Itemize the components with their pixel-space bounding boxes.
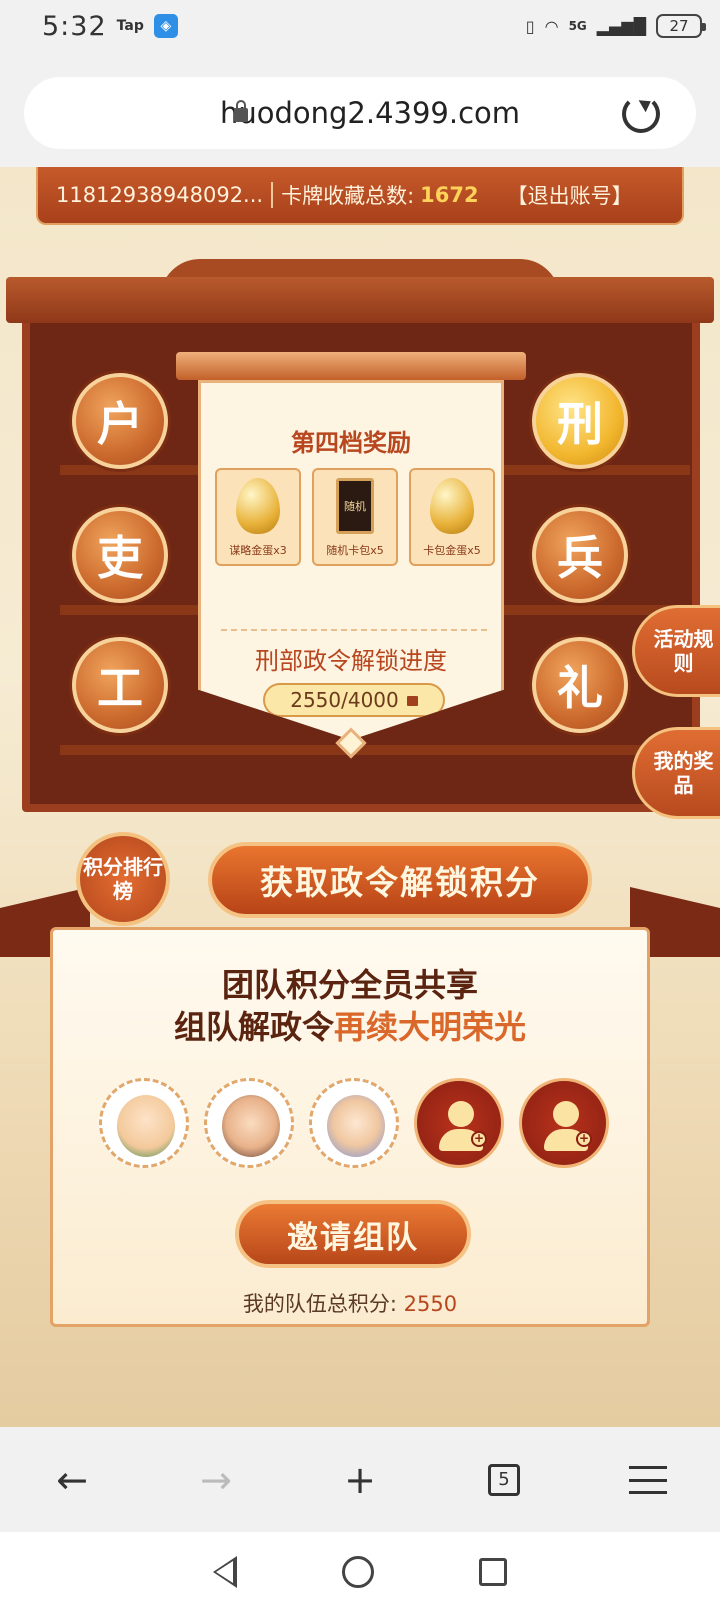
reward-label: 随机卡包x5 — [326, 544, 384, 557]
leaderboard-button[interactable]: 积分排行榜 — [76, 832, 170, 926]
department-li-rites-seal[interactable]: 礼 — [532, 637, 628, 733]
card-pack-icon: 随机 — [336, 478, 374, 534]
plus-icon: + — [576, 1131, 592, 1147]
system-nav-bar — [0, 1532, 720, 1612]
arrow-right-icon: → — [200, 1457, 232, 1502]
progress-value: 2550/4000 — [290, 688, 399, 712]
avatar[interactable] — [309, 1078, 399, 1168]
battery-icon: 27 — [656, 14, 706, 38]
avatar[interactable] — [99, 1078, 189, 1168]
address-bar[interactable]: huodong2.4399.com — [24, 77, 696, 149]
avatar[interactable] — [204, 1078, 294, 1168]
team-panel: 团队积分全员共享 组队解政令再续大明荣光 + + 邀请组队 我的队伍总积分: 2… — [50, 927, 650, 1327]
reward-item[interactable]: 谋略金蛋x3 — [215, 468, 301, 566]
cabinet-top-beam — [6, 277, 714, 323]
url-text[interactable]: huodong2.4399.com — [220, 96, 520, 130]
new-tab-button[interactable]: + — [330, 1450, 390, 1510]
collection-label: 卡牌收藏总数: — [281, 184, 415, 208]
wifi-icon: ◠ — [544, 16, 559, 36]
plus-icon: + — [344, 1457, 376, 1502]
system-back-icon[interactable] — [212, 1556, 237, 1588]
character-avatar-icon — [327, 1095, 385, 1157]
browser-bottom-nav: ← → + 5 — [0, 1427, 720, 1532]
status-indicators: ▯ ◠ 5G ▂▄▆█ 27 — [525, 14, 706, 38]
egg-icon — [236, 478, 280, 534]
menu-button[interactable] — [618, 1450, 678, 1510]
arrow-left-icon: ← — [56, 1457, 88, 1502]
dashed-divider — [221, 629, 487, 631]
vibrate-icon: ▯ — [525, 16, 535, 36]
reward-item[interactable]: 卡包金蛋x5 — [409, 468, 495, 566]
banner-divider — [271, 182, 274, 208]
tabs-button[interactable]: 5 — [474, 1450, 534, 1510]
lock-icon — [406, 696, 418, 706]
tab-count: 5 — [488, 1463, 520, 1496]
forward-button[interactable]: → — [186, 1450, 246, 1510]
reward-label: 谋略金蛋x3 — [229, 544, 287, 557]
scroll-body: 第四档奖励 谋略金蛋x3 随机 随机卡包x5 卡包金蛋x5 刑部政令解锁进度 2… — [198, 380, 504, 740]
character-avatar-icon — [117, 1095, 175, 1157]
empty-slot[interactable]: + — [414, 1078, 504, 1168]
team-slogan-line2: 组队解政令再续大明荣光 — [53, 1002, 647, 1048]
reward-list: 谋略金蛋x3 随机 随机卡包x5 卡包金蛋x5 — [215, 468, 495, 566]
browser-toolbar: huodong2.4399.com — [0, 52, 720, 167]
status-time: 5:32 — [42, 10, 107, 42]
progress-indicator: 2550/4000 — [263, 683, 445, 717]
slogan-highlight: 再续大明荣光 — [334, 1008, 527, 1046]
reload-icon[interactable] — [622, 95, 660, 133]
menu-icon — [629, 1465, 667, 1494]
rules-tab[interactable]: 活动规则 — [632, 605, 720, 697]
department-li-seal[interactable]: 吏 — [72, 507, 168, 603]
invite-team-button[interactable]: 邀请组队 — [235, 1200, 471, 1268]
user-add-icon — [553, 1101, 579, 1127]
team-members: + + — [99, 1078, 609, 1168]
slogan-part: 组队解政令 — [173, 1008, 334, 1046]
egg-card-icon — [430, 478, 474, 534]
progress-title: 刑部政令解锁进度 — [255, 647, 447, 675]
app-notification-icon: ◈ — [153, 14, 178, 38]
system-home-icon[interactable] — [341, 1556, 374, 1588]
scroll-rod — [176, 352, 526, 380]
account-id: 11812938948092... — [56, 183, 264, 207]
get-points-button[interactable]: 获取政令解锁积分 — [208, 842, 592, 918]
team-score-value: 2550 — [403, 1292, 458, 1316]
account-banner: 11812938948092... 卡牌收藏总数: 1672 【退出账号】 — [36, 167, 684, 225]
back-button[interactable]: ← — [42, 1450, 102, 1510]
tap-app-icon: Tap — [116, 18, 144, 34]
reward-panel: 第四档奖励 谋略金蛋x3 随机 随机卡包x5 卡包金蛋x5 刑部政令解锁进度 2… — [176, 352, 526, 772]
signal-label: 5G — [568, 19, 587, 33]
lock-icon — [234, 100, 248, 122]
status-bar: 5:32 Tap ◈ ▯ ◠ 5G ▂▄▆█ 27 — [0, 0, 720, 52]
collection-count: 1672 — [420, 183, 479, 207]
department-bing-seal[interactable]: 兵 — [532, 507, 628, 603]
web-page: 11812938948092... 卡牌收藏总数: 1672 【退出账号】 户 … — [0, 167, 720, 1427]
my-prizes-tab[interactable]: 我的奖品 — [632, 727, 720, 819]
empty-slot[interactable]: + — [519, 1078, 609, 1168]
character-avatar-icon — [222, 1095, 280, 1157]
team-score-label: 我的队伍总积分: — [242, 1292, 397, 1316]
reward-label: 卡包金蛋x5 — [423, 544, 481, 557]
user-add-icon — [448, 1101, 474, 1127]
logout-link[interactable]: 【退出账号】 — [507, 180, 633, 210]
signal-icon: ▂▄▆█ — [596, 16, 646, 36]
team-slogan-line1: 团队积分全员共享 — [221, 966, 478, 1004]
department-xing-seal[interactable]: 刑 — [532, 373, 628, 469]
plus-icon: + — [471, 1131, 487, 1147]
system-recents-icon[interactable] — [479, 1558, 508, 1586]
department-hu-seal[interactable]: 户 — [72, 373, 168, 469]
reward-title: 第四档奖励 — [291, 429, 411, 457]
department-gong-seal[interactable]: 工 — [72, 637, 168, 733]
team-score: 我的队伍总积分: 2550 — [53, 1288, 647, 1318]
reward-item[interactable]: 随机 随机卡包x5 — [312, 468, 398, 566]
